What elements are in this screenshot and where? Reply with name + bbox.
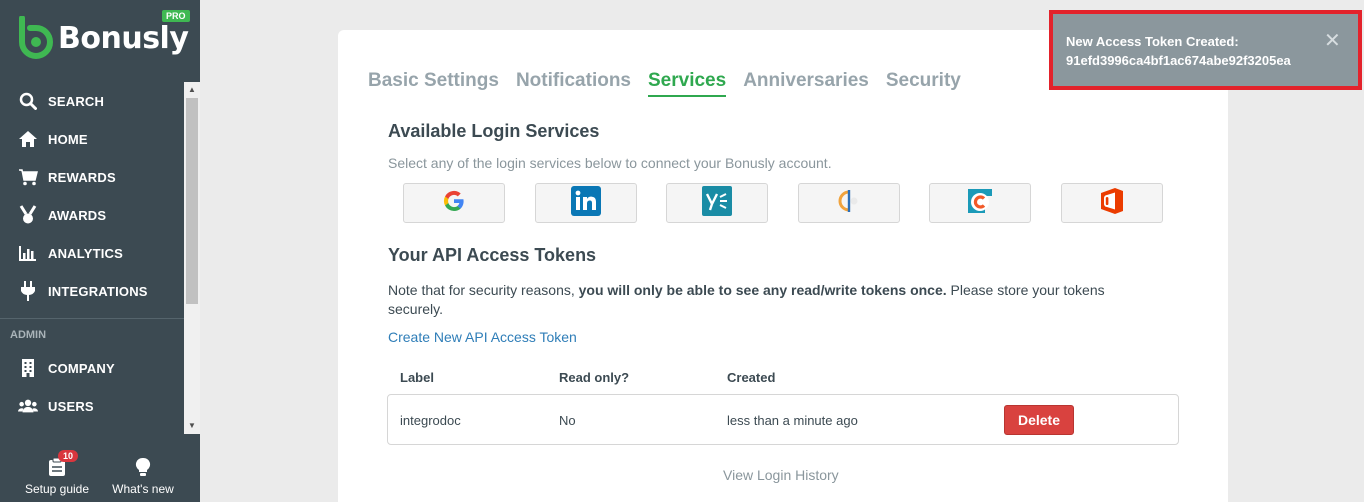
sidebar-item-label: ANALYTICS (48, 245, 123, 261)
token-created: less than a minute ago (727, 413, 858, 428)
linkedin-login-button[interactable] (534, 183, 637, 223)
setup-guide-button[interactable]: 10 Setup guide (12, 450, 102, 496)
tab-services[interactable]: Services (648, 70, 727, 97)
sidebar-item-label: REWARDS (48, 169, 116, 185)
token-read-only: No (559, 413, 576, 428)
sidebar-item-label: AWARDS (48, 207, 107, 223)
sidebar-item-label: HOME (48, 131, 88, 147)
whats-new-button[interactable]: What's new (98, 454, 188, 496)
lightbulb-icon (135, 457, 151, 480)
sidebar-item-home[interactable]: HOME (0, 120, 184, 158)
login-services-description: Select any of the login services below t… (388, 155, 832, 171)
search-icon (18, 91, 38, 111)
whats-new-label: What's new (112, 482, 174, 496)
ceridian-login-button[interactable] (929, 183, 1032, 223)
plug-icon (18, 281, 38, 301)
tab-security[interactable]: Security (886, 70, 961, 97)
scroll-down-arrow-icon[interactable]: ▼ (184, 418, 200, 434)
settings-tabs: Basic Settings Notifications Services An… (368, 70, 978, 97)
note-text: Note that for security reasons, (388, 282, 579, 298)
google-icon (442, 189, 466, 218)
okta-icon (836, 188, 862, 219)
table-row: integrodoc No less than a minute ago Del… (387, 394, 1179, 445)
login-services-list (403, 183, 1193, 223)
cart-icon (18, 167, 38, 187)
brand-logo[interactable]: Bonusly (14, 15, 189, 60)
login-services-heading: Available Login Services (388, 121, 600, 141)
column-header-label: Label (400, 370, 434, 385)
column-header-read-only: Read only? (559, 370, 630, 385)
notification-badge: 10 (58, 450, 79, 462)
medal-icon (18, 205, 38, 225)
sidebar-item-integrations[interactable]: INTEGRATIONS (0, 272, 184, 310)
ceridian-icon (965, 186, 995, 221)
sidebar-scrollbar[interactable]: ▲ ▼ (184, 82, 200, 434)
sidebar-nav: SEARCH HOME REWARDS AWARDS ANALYTICS INT… (0, 82, 184, 434)
sidebar-item-analytics[interactable]: ANALYTICS (0, 234, 184, 272)
sidebar-item-awards[interactable]: AWARDS (0, 196, 184, 234)
column-header-created: Created (727, 370, 776, 385)
pro-badge: PRO (162, 10, 190, 22)
sidebar: Bonusly PRO SEARCH HOME REWARDS AWARDS A… (0, 0, 200, 502)
tab-anniversaries[interactable]: Anniversaries (743, 70, 869, 97)
sidebar-bottom-bar: 10 Setup guide What's new (0, 434, 200, 502)
building-icon (18, 358, 38, 378)
toast-token: 91efd3996ca4bf1ac674abe92f3205ea (1066, 53, 1291, 68)
bonusly-logo-icon (14, 15, 54, 60)
toast-message: New Access Token Created: 91efd3996ca4bf… (1066, 32, 1291, 70)
sidebar-item-company[interactable]: COMPANY (0, 349, 184, 387)
yammer-login-button[interactable] (666, 183, 769, 223)
sidebar-item-rewards[interactable]: REWARDS (0, 158, 184, 196)
api-tokens-note: Note that for security reasons, you will… (388, 281, 1148, 319)
settings-card: Basic Settings Notifications Services An… (338, 30, 1228, 502)
tab-notifications[interactable]: Notifications (516, 70, 631, 97)
users-icon (18, 396, 38, 416)
google-login-button[interactable] (403, 183, 505, 223)
delete-button[interactable]: Delete (1004, 405, 1074, 435)
api-tokens-heading: Your API Access Tokens (388, 245, 597, 265)
linkedin-icon (570, 185, 601, 221)
setup-guide-label: Setup guide (24, 482, 90, 496)
office365-icon (1097, 186, 1127, 221)
sidebar-item-label: INTEGRATIONS (48, 283, 148, 299)
toast-title: New Access Token Created: (1066, 34, 1239, 49)
scrollbar-thumb[interactable] (186, 98, 198, 304)
sidebar-item-search[interactable]: SEARCH (0, 82, 184, 120)
brand-name: Bonusly (58, 20, 189, 56)
home-icon (18, 129, 38, 149)
scroll-up-arrow-icon[interactable]: ▲ (184, 82, 200, 98)
create-token-link[interactable]: Create New API Access Token (388, 329, 577, 345)
token-label: integrodoc (400, 413, 461, 428)
sidebar-item-users[interactable]: USERS (0, 387, 184, 425)
close-icon[interactable]: ✕ (1324, 28, 1341, 53)
tab-basic-settings[interactable]: Basic Settings (368, 70, 499, 97)
sidebar-item-label: SEARCH (48, 93, 105, 109)
note-bold-text: you will only be able to see any read/wr… (578, 282, 947, 298)
yammer-icon (702, 185, 733, 221)
admin-section-heading: ADMIN (10, 329, 47, 341)
toast-notification: New Access Token Created: 91efd3996ca4bf… (1053, 14, 1358, 86)
view-login-history-link[interactable]: View Login History (723, 467, 839, 483)
sidebar-item-label: USERS (48, 398, 94, 414)
okta-login-button[interactable] (797, 183, 900, 223)
office365-login-button[interactable] (1060, 183, 1163, 223)
bar-chart-icon (18, 243, 38, 263)
sidebar-item-label: COMPANY (48, 360, 115, 376)
